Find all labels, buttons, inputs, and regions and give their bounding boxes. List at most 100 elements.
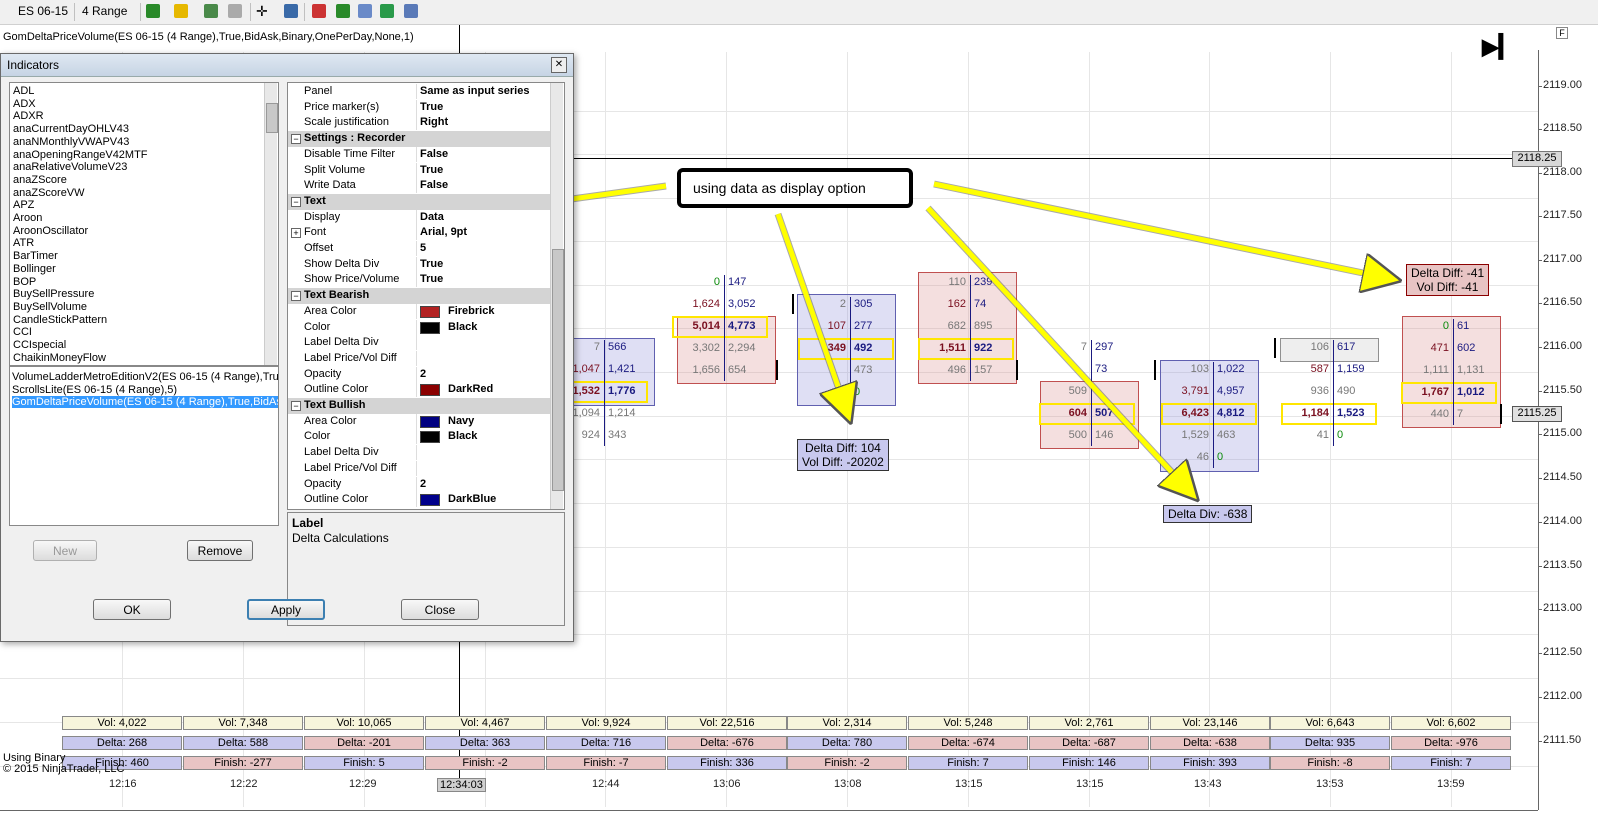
indicator-list-item[interactable]: ChaikinMoneyFlow (13, 352, 106, 364)
property-name: Area Color (304, 303, 417, 319)
property-row[interactable]: Disable Time Filter False (288, 146, 550, 163)
indicator-list-item[interactable]: CandleStickPattern (13, 314, 107, 326)
property-row[interactable]: Label Delta Div (288, 445, 550, 461)
property-value[interactable]: 2 (420, 367, 426, 382)
property-row[interactable]: Offset 5 (288, 241, 550, 257)
property-row[interactable]: Split Volume True (288, 162, 550, 179)
collapse-icon[interactable]: − (291, 401, 301, 411)
property-value[interactable]: Arial, 9pt (420, 225, 467, 240)
property-row[interactable]: Price marker(s) True (288, 99, 550, 116)
property-row[interactable]: Area Color Navy (288, 413, 550, 430)
property-row[interactable]: Scale justification Right (288, 115, 550, 131)
property-row[interactable]: Outline Color DarkRed (288, 382, 550, 398)
indicator-list-item[interactable]: BOP (13, 276, 36, 288)
property-category: Text Bullish (304, 399, 366, 411)
property-row[interactable]: Label Delta Div (288, 335, 550, 351)
finish-stat-cell: Finish: -8 (1270, 756, 1390, 770)
property-name: Label Delta Div (304, 335, 417, 351)
property-row[interactable]: Opacity 2 (288, 366, 550, 383)
applied-indicator-item[interactable]: GomDeltaPriceVolume(ES 06-15 (4 Range),T… (12, 396, 278, 409)
property-value[interactable]: DarkRed (448, 382, 493, 397)
indicator-list-item[interactable]: Bollinger (13, 263, 56, 275)
property-name: Color (304, 319, 417, 335)
indicator-list-item[interactable]: CCI (13, 326, 32, 338)
property-row[interactable]: Color Black (288, 319, 550, 336)
property-row[interactable]: Write Data False (288, 178, 550, 194)
property-value[interactable]: Black (448, 320, 477, 335)
indicator-list-item[interactable]: AroonOscillator (13, 225, 88, 237)
delta-stat-cell: Delta: -674 (908, 736, 1028, 750)
remove-button[interactable]: Remove (187, 540, 253, 561)
arrow-to-delta-div (926, 206, 1192, 494)
property-row[interactable]: Outline Color DarkBlue (288, 492, 550, 508)
properties-scrollbar[interactable] (550, 83, 564, 509)
available-indicators-list[interactable]: ADL ADX ADXR anaCurrentDayOHLV43 anaNMonthly… (9, 82, 279, 366)
applied-indicator-item[interactable]: VolumeLadderMetroEditionV2(ES 06-15 (4 R… (12, 371, 278, 383)
property-value[interactable]: True (420, 163, 443, 178)
indicator-list-item[interactable]: anaRelativeVolumeV23 (13, 161, 127, 173)
property-value[interactable]: Right (420, 115, 448, 130)
indicator-list-item[interactable]: CCIspecial (13, 339, 66, 351)
indicator-list-item[interactable]: anaZScoreVW (13, 187, 85, 199)
property-value[interactable]: Black (448, 429, 477, 444)
property-name: Area Color (304, 413, 417, 429)
property-value[interactable]: False (420, 147, 448, 162)
indicator-list-item[interactable]: ADL (13, 85, 34, 97)
dialog-title-bar[interactable]: Indicators ✕ (1, 54, 573, 77)
indicator-list-scrollbar[interactable] (264, 83, 278, 365)
applied-indicators-list[interactable]: VolumeLadderMetroEditionV2(ES 06-15 (4 R… (9, 366, 279, 526)
property-value[interactable]: Data (420, 210, 444, 225)
property-name: Opacity (304, 476, 417, 492)
property-row[interactable]: Opacity 2 (288, 476, 550, 493)
property-name: Price marker(s) (304, 99, 417, 115)
indicator-list-item[interactable]: APZ (13, 199, 34, 211)
indicator-list-item[interactable]: anaOpeningRangeV42MTF (13, 149, 148, 161)
property-row[interactable]: Panel Same as input series (288, 84, 550, 100)
ok-button[interactable]: OK (93, 599, 171, 620)
property-value[interactable]: True (420, 257, 443, 272)
property-row[interactable]: Label Price/Vol Diff (288, 460, 550, 477)
property-row[interactable]: + Font Arial, 9pt (288, 225, 550, 241)
indicator-list-item[interactable]: BarTimer (13, 250, 58, 262)
indicator-list-item[interactable]: anaCurrentDayOHLV43 (13, 123, 129, 135)
property-value[interactable]: 5 (420, 241, 426, 256)
indicator-list-item[interactable]: ADX (13, 98, 36, 110)
property-row[interactable]: Color Black (288, 429, 550, 445)
property-row[interactable]: Label Price/Vol Diff (288, 350, 550, 367)
expand-icon[interactable]: + (291, 228, 301, 239)
scrollbar-thumb[interactable] (266, 103, 278, 133)
property-value[interactable]: Navy (448, 414, 474, 429)
collapse-icon[interactable]: − (291, 291, 301, 302)
time-label: 12:16 (109, 778, 137, 790)
applied-indicator-item[interactable]: ScrollsLite(ES 06-15 (4 Range),5) (12, 384, 177, 396)
collapse-icon[interactable]: − (291, 196, 301, 207)
property-row[interactable]: Display Data (288, 209, 550, 226)
property-value[interactable]: Same as input series (420, 84, 529, 99)
property-row[interactable]: Area Color Firebrick (288, 303, 550, 320)
arrow-to-delta-diff (775, 213, 848, 415)
property-value[interactable]: DarkBlue (448, 492, 496, 507)
collapse-icon[interactable]: − (291, 134, 301, 145)
property-row[interactable]: Show Price/Volume True (288, 272, 550, 288)
indicator-list-item[interactable]: BuySellVolume (13, 301, 87, 313)
indicator-list-item[interactable]: BuySellPressure (13, 288, 94, 300)
close-button[interactable]: Close (401, 599, 479, 620)
indicator-list-item[interactable]: Aroon (13, 212, 42, 224)
property-value[interactable]: True (420, 100, 443, 115)
indicator-list-item[interactable]: ADXR (13, 110, 44, 122)
indicator-list-item[interactable]: anaZScore (13, 174, 67, 186)
new-button[interactable]: New (33, 540, 97, 561)
apply-button[interactable]: Apply (247, 599, 325, 620)
callout-text: using data as display option (693, 180, 866, 196)
property-value[interactable]: True (420, 272, 443, 287)
indicator-list-item[interactable]: anaNMonthlyVWAPV43 (13, 136, 129, 148)
property-name: Show Delta Div (304, 256, 417, 272)
indicator-list-item[interactable]: ATR (13, 237, 34, 249)
property-row[interactable]: Show Delta Div True (288, 256, 550, 273)
property-value[interactable]: 2 (420, 477, 426, 492)
property-value[interactable]: Firebrick (448, 304, 494, 319)
scrollbar-thumb[interactable] (552, 249, 564, 491)
property-value[interactable]: False (420, 178, 448, 193)
close-icon[interactable]: ✕ (551, 57, 567, 73)
properties-grid[interactable]: Panel Same as input series Price marker(s)… (287, 82, 565, 510)
